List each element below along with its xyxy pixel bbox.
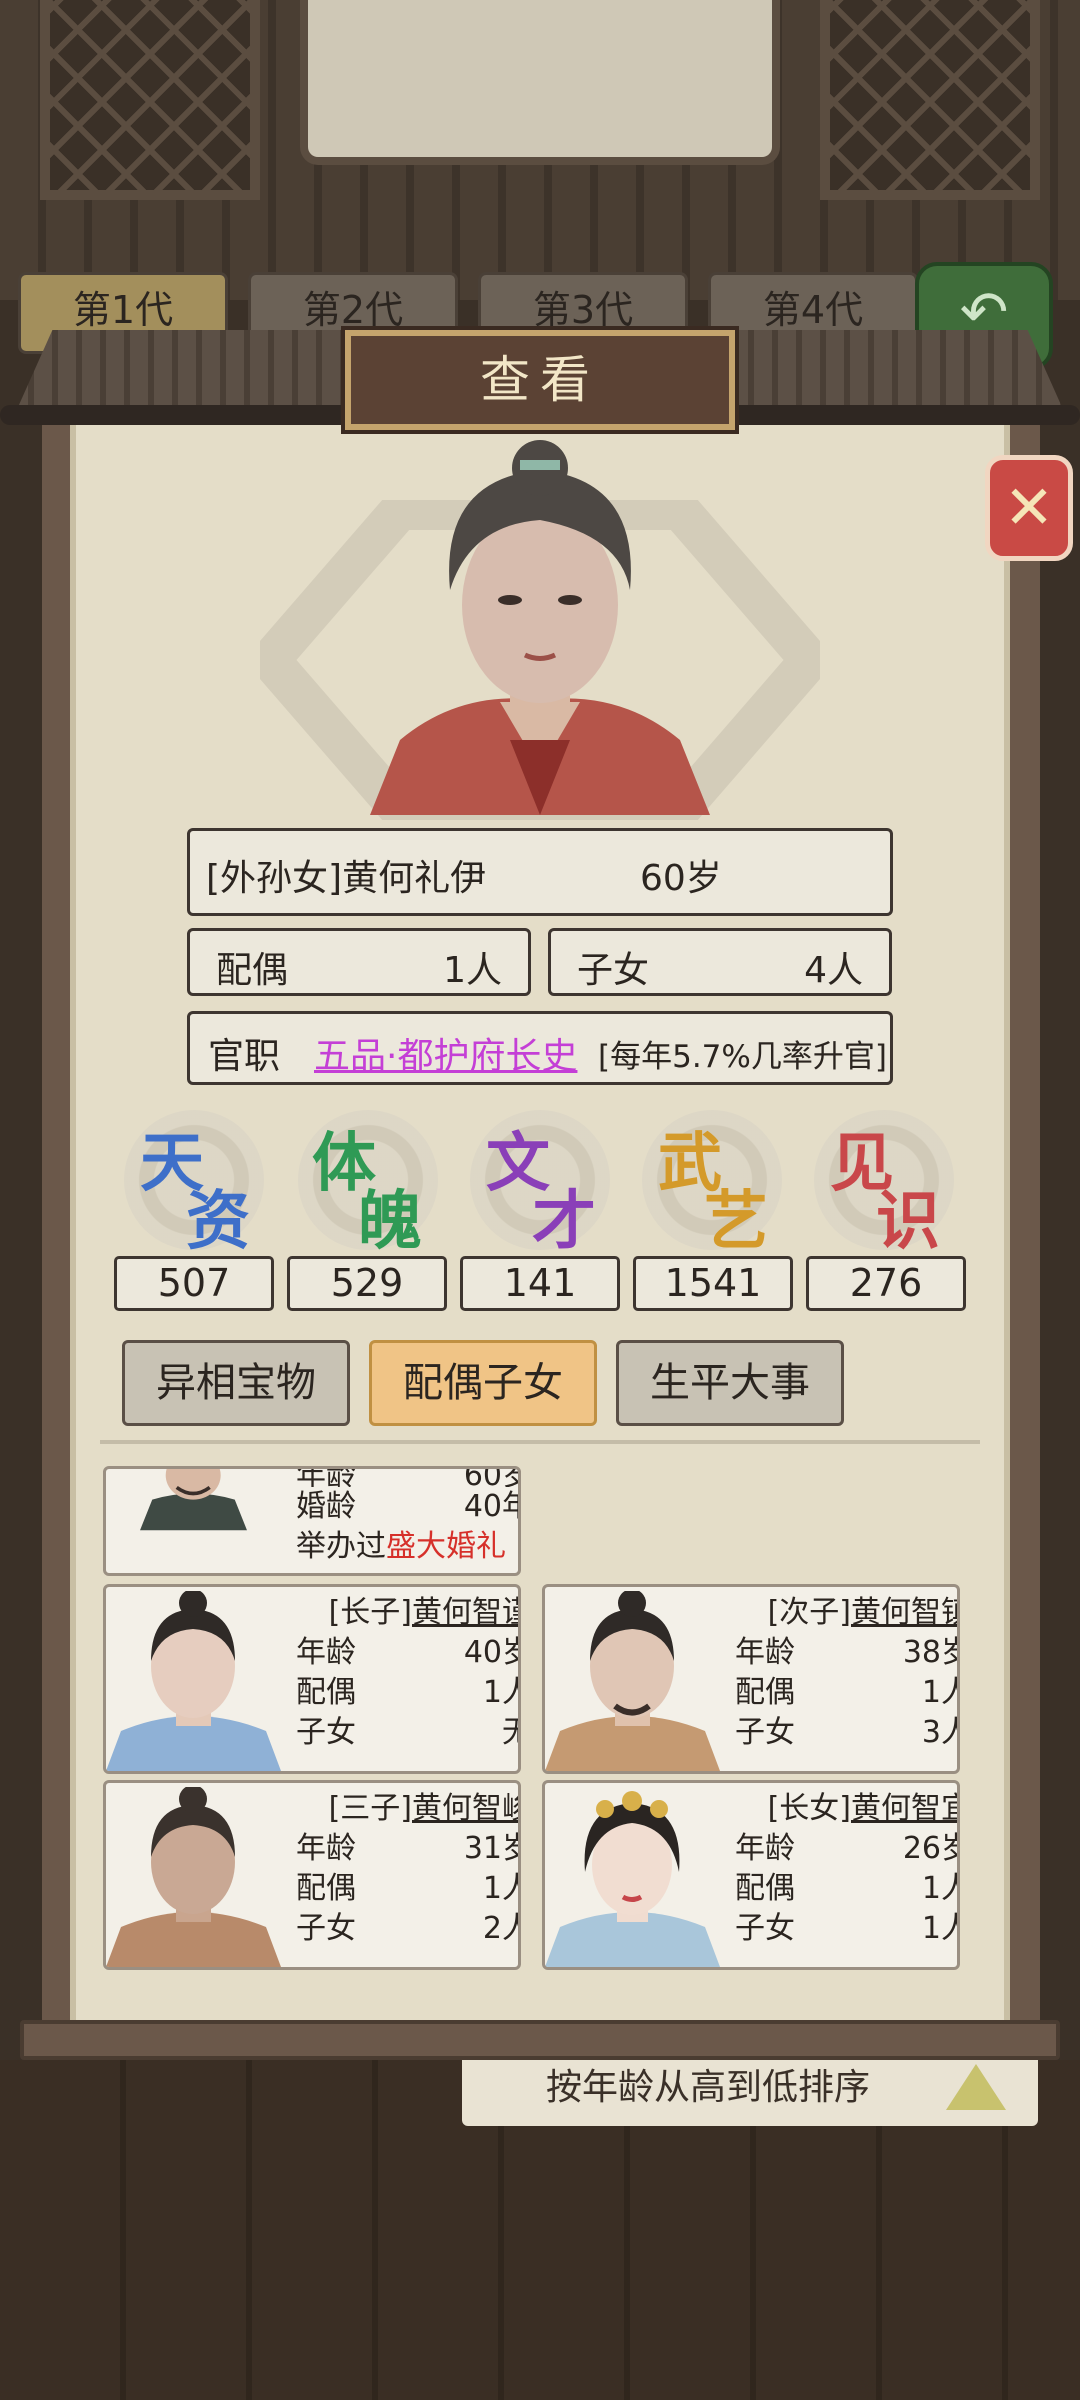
child-card-4[interactable]: [长女]黄何智宜 年龄 26岁 配偶 1人 子女 1人 [542,1780,960,1970]
child-3-spouse: 1人 [482,1871,518,1906]
child-portrait-4 [545,1791,720,1967]
child-2-name[interactable]: 黄何智镇 [851,1595,957,1630]
child-2-kids-label: 子女 [735,1715,795,1750]
dialog-title-plaque: 查看 [345,330,735,430]
sort-triangle-icon [946,2064,1006,2110]
attr-literary-value: 141 [460,1256,620,1311]
attr-talent-value: 507 [114,1256,274,1311]
child-4-kids-label: 子女 [735,1911,795,1946]
child-1-age-label: 年龄 [296,1635,356,1670]
child-3-name[interactable]: 黄何智峻 [412,1791,518,1826]
sort-label: 按年龄从高到低排序 [546,2067,871,2108]
attr-martial-char-2: 艺 [704,1184,768,1259]
attr-insight-char-2: 识 [876,1184,940,1259]
child-3-age: 31岁 [463,1831,518,1866]
child-4-spouse: 1人 [921,1871,957,1906]
wedding-type: 盛大婚礼 [386,1529,506,1564]
spouse-age: 60岁 [463,1466,518,1487]
child-3-age-label: 年龄 [296,1831,356,1866]
child-2-spouse: 1人 [921,1675,957,1710]
child-card-1[interactable]: [长子]黄何智谨 年龄 40岁 配偶 1人 子女 无 [103,1584,521,1774]
child-card-3[interactable]: [三子]黄何智峻 年龄 31岁 配偶 1人 子女 2人 [103,1780,521,1970]
child-4-spouse-label: 配偶 [735,1871,795,1906]
child-3-kids: 2人 [482,1911,518,1946]
person-name: [外孙女]黄何礼伊 [206,858,487,899]
child-portrait-2 [545,1591,720,1771]
child-portrait-3 [106,1787,281,1967]
child-1-spouse: 1人 [482,1675,518,1710]
attr-insight-value: 276 [806,1256,966,1311]
person-name-box: [外孙女]黄何礼伊 60岁 [187,828,893,916]
wall-painting [300,0,780,165]
child-1-kids-label: 子女 [296,1715,356,1750]
child-card-2[interactable]: [次子]黄何智镇 年龄 38岁 配偶 1人 子女 3人 [542,1584,960,1774]
sort-order-button[interactable]: 按年龄从高到低排序 [462,2050,1038,2126]
tab-spouse-children[interactable]: 配偶子女 [369,1340,597,1426]
office-title-link[interactable]: 五品·都护府长史 [314,1027,577,1079]
attr-physique-value: 529 [287,1256,447,1311]
attr-literary-char-2: 才 [532,1184,596,1259]
attr-talent-char-2: 资 [186,1184,250,1259]
child-4-age: 26岁 [902,1831,957,1866]
child-1-name[interactable]: 黄何智谨 [412,1595,518,1630]
office-box: 官职 五品·都护府长史 [每年5.7%几率升官] [187,1011,893,1085]
child-1-relation: [长子] [328,1595,412,1630]
spouse-card[interactable]: 年龄 60岁 婚龄 40年 举办过盛大婚礼 [103,1466,521,1576]
children-count-box: 子女 4人 [548,928,892,996]
spouse-label: 配偶 [216,950,289,991]
close-button[interactable]: ✕ [985,455,1073,561]
child-3-kids-label: 子女 [296,1911,356,1946]
child-2-age: 38岁 [902,1635,957,1670]
child-1-age: 40岁 [463,1635,518,1670]
child-4-relation: [长女] [767,1791,851,1826]
child-2-kids: 3人 [921,1715,957,1750]
child-3-spouse-label: 配偶 [296,1871,356,1906]
child-4-name[interactable]: 黄何智宜 [851,1791,957,1826]
person-age: 60岁 [640,858,722,899]
tab-life-events[interactable]: 生平大事 [616,1340,844,1426]
child-portrait-1 [106,1591,281,1771]
section-divider [100,1440,980,1458]
child-1-spouse-label: 配偶 [296,1675,356,1710]
child-2-relation: [次子] [767,1595,851,1630]
child-2-age-label: 年龄 [735,1635,795,1670]
lattice-window-right [820,0,1040,200]
office-promotion-note: [每年5.7%几率升官] [598,1039,887,1075]
children-label: 子女 [577,950,650,991]
character-portrait [370,440,710,815]
spouse-marriage-label: 婚龄 [296,1489,356,1524]
close-icon: ✕ [1003,473,1055,543]
tab-treasures[interactable]: 异相宝物 [122,1340,350,1426]
lattice-window-left [40,0,260,200]
dialog-title: 查看 [480,351,600,409]
spouse-count-box: 配偶 1人 [187,928,531,996]
child-4-kids: 1人 [921,1911,957,1946]
spouse-portrait [140,1469,247,1531]
attr-physique-char-2: 魄 [358,1184,422,1259]
children-count: 4人 [804,950,863,991]
spouse-age-label: 年龄 [296,1466,356,1487]
spouse-marriage-years: 40年 [463,1489,518,1524]
attr-martial-value: 1541 [633,1256,793,1311]
dialog-bottom-rail [20,2020,1060,2060]
wedding-prefix: 举办过 [296,1529,386,1564]
child-2-spouse-label: 配偶 [735,1675,795,1710]
child-4-age-label: 年龄 [735,1831,795,1866]
child-1-kids: 无 [502,1713,518,1753]
spouse-count: 1人 [443,950,502,991]
child-3-relation: [三子] [328,1791,412,1826]
office-label: 官职 [208,1036,281,1077]
